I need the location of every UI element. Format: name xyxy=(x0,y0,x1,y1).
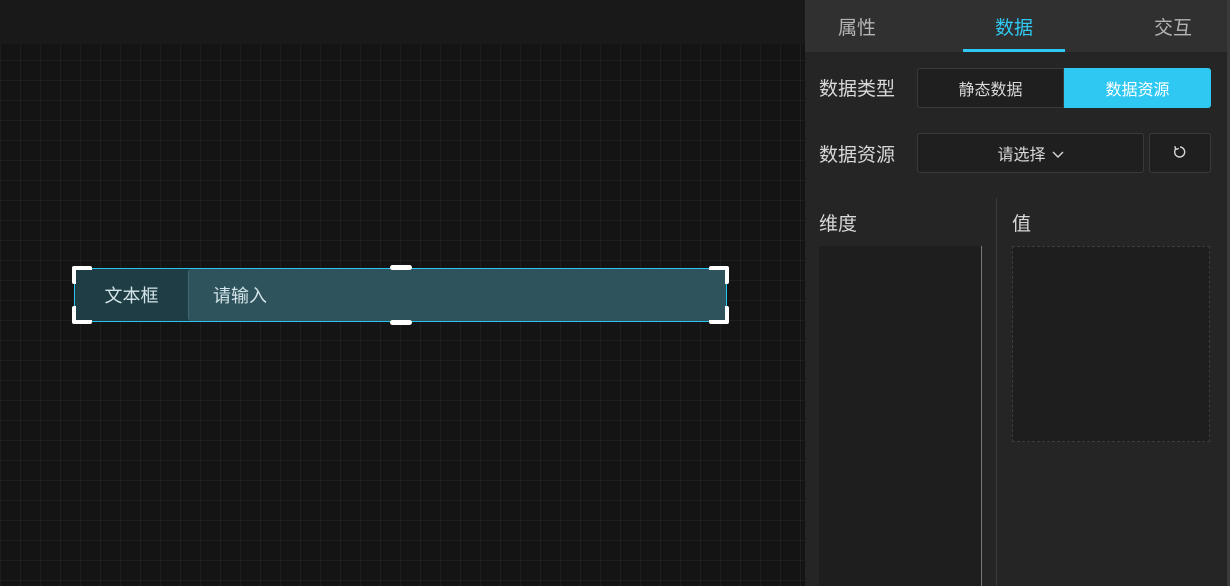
chevron-down-icon xyxy=(1052,144,1064,163)
tab-interaction[interactable]: 交互 xyxy=(1133,0,1213,52)
panel-tabs: 属性 数据 交互 xyxy=(805,0,1227,52)
data-source-select-value: 请选择 xyxy=(997,145,1046,164)
dimension-drop-zone[interactable] xyxy=(819,246,982,586)
dimension-label: 维度 xyxy=(819,213,858,235)
textbox-widget[interactable]: 文本框 请输入 xyxy=(72,265,729,325)
data-resource-button[interactable]: 数据资源 xyxy=(1064,68,1211,108)
static-data-button[interactable]: 静态数据 xyxy=(917,68,1064,108)
data-source-label: 数据资源 xyxy=(819,144,896,166)
design-canvas[interactable]: 文本框 请输入 xyxy=(0,0,805,586)
tab-properties[interactable]: 属性 xyxy=(817,0,897,52)
resize-handle-top[interactable] xyxy=(390,265,412,270)
resize-handle-bottom[interactable] xyxy=(390,320,412,325)
column-divider xyxy=(996,198,997,586)
refresh-icon xyxy=(1173,144,1187,163)
config-panel: 属性 数据 交互 数据类型 静态数据 数据资源 数据资源 请选择 维度 值 xyxy=(805,0,1230,586)
textbox-widget-input[interactable]: 请输入 xyxy=(188,269,726,321)
resize-handle-top-right[interactable] xyxy=(709,266,729,284)
refresh-button[interactable] xyxy=(1149,133,1211,173)
value-drop-zone[interactable] xyxy=(1012,246,1210,442)
resize-handle-bottom-left[interactable] xyxy=(72,306,92,324)
value-label: 值 xyxy=(1012,213,1032,235)
resize-handle-bottom-right[interactable] xyxy=(709,306,729,324)
data-type-label: 数据类型 xyxy=(819,78,896,100)
tab-data[interactable]: 数据 xyxy=(963,0,1065,52)
canvas-ruler-bar xyxy=(0,0,805,44)
resize-handle-top-left[interactable] xyxy=(72,266,92,284)
data-source-select[interactable]: 请选择 xyxy=(917,133,1144,173)
